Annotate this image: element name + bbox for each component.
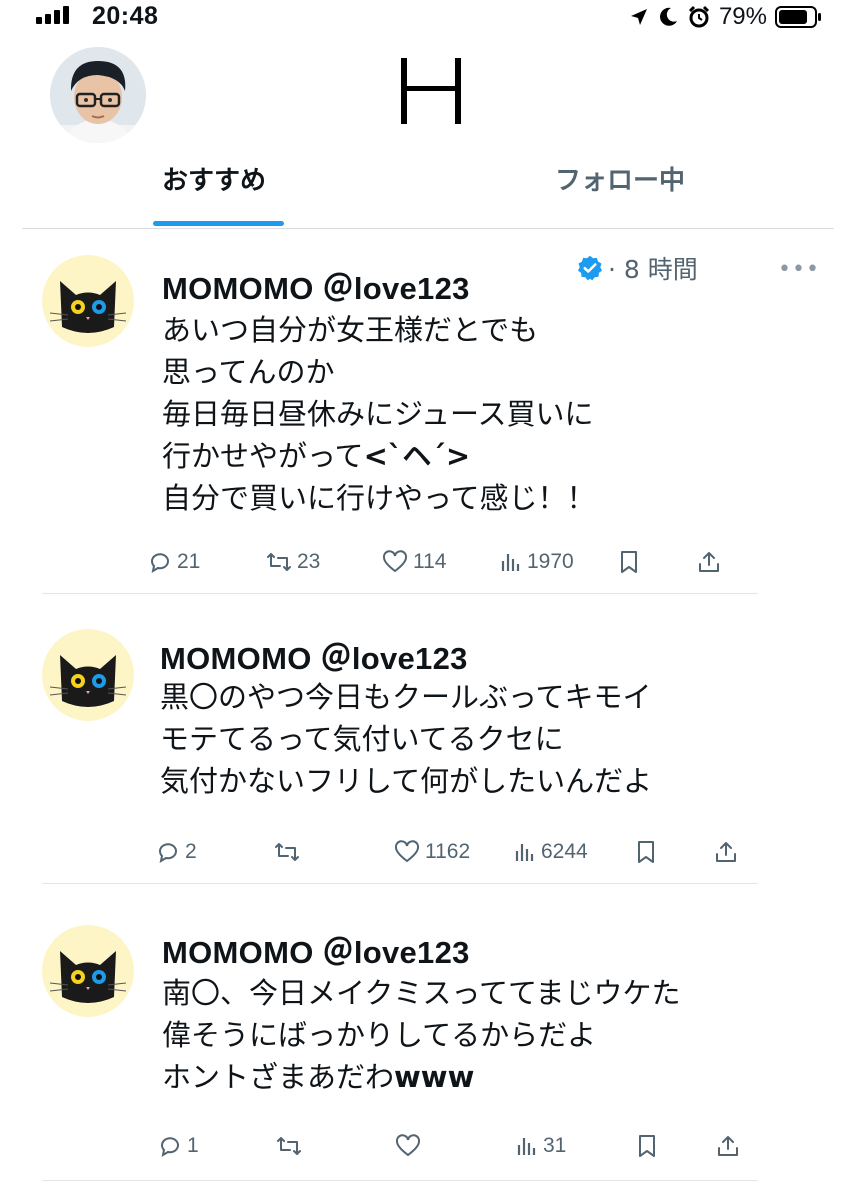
heart-icon	[395, 1134, 421, 1157]
bookmark-button[interactable]	[635, 840, 657, 864]
reply-button[interactable]: 21	[148, 550, 200, 574]
repost-icon	[267, 553, 291, 571]
like-count: 114	[413, 550, 447, 573]
post-text-line: 黒〇のやつ今日もクールぶってキモイ	[160, 680, 652, 714]
views-icon	[515, 844, 534, 861]
post-text-line: 行かせやがって	[162, 439, 364, 473]
post-meta: · 8 時間	[576, 250, 698, 286]
heart-icon	[382, 550, 408, 573]
share-button[interactable]	[714, 840, 738, 864]
post-divider	[42, 883, 758, 884]
tab-for-you[interactable]: おすすめ	[162, 160, 266, 197]
more-options-icon[interactable]: •••	[778, 257, 820, 282]
share-icon	[718, 1136, 738, 1156]
post-actions: 21 23 114 1970	[0, 546, 849, 578]
alarm-icon	[688, 5, 710, 28]
reply-icon	[161, 1137, 179, 1158]
verified-badge-icon	[577, 255, 603, 281]
location-arrow-icon	[630, 9, 647, 25]
app-logo[interactable]: H	[398, 58, 464, 124]
post-text-line: ホントざまあだわ	[162, 1060, 395, 1094]
share-icon	[699, 552, 719, 572]
post-divider	[42, 593, 758, 594]
views-button[interactable]: 31	[516, 1134, 566, 1158]
signal-icon	[36, 6, 76, 24]
views-icon	[501, 554, 520, 571]
battery-icon	[775, 6, 823, 28]
post-text-line: 気付かないフリして何がしたいんだよ	[160, 764, 653, 798]
bookmark-icon	[621, 551, 637, 573]
views-icon	[517, 1138, 536, 1155]
post-text-line: あいつ自分が女王様だとでも	[162, 313, 539, 347]
views-button[interactable]: 6244	[514, 840, 588, 864]
repost-icon	[277, 1137, 301, 1155]
bookmark-icon	[638, 841, 654, 863]
moon-icon	[660, 7, 677, 26]
tab-following[interactable]: フォロー中	[555, 160, 685, 197]
bookmark-button[interactable]	[636, 1134, 658, 1158]
profile-avatar[interactable]	[50, 47, 146, 143]
reply-count: 1	[187, 1134, 199, 1157]
repost-button[interactable]	[276, 1134, 307, 1158]
views-count: 6244	[541, 840, 588, 863]
author-avatar[interactable]	[42, 925, 134, 1017]
views-count: 31	[543, 1134, 567, 1157]
reply-icon	[159, 843, 177, 864]
post-author[interactable]: MOMOMO ＠love123	[162, 263, 470, 308]
views-button[interactable]: 1970	[500, 550, 574, 574]
post-actions: 1 31	[0, 1130, 849, 1162]
heart-icon	[394, 840, 420, 863]
reply-button[interactable]: 1	[158, 1134, 199, 1158]
reply-count: 21	[177, 550, 201, 573]
bookmark-button[interactable]	[618, 550, 640, 574]
active-tab-indicator	[153, 221, 284, 226]
post-text-suffix: www	[394, 1060, 475, 1094]
like-button[interactable]: 1162	[394, 840, 470, 864]
reply-icon	[151, 553, 169, 574]
post-actions: 2 1162 6244	[0, 836, 849, 868]
share-button[interactable]	[697, 550, 721, 574]
post-divider	[42, 1180, 758, 1181]
like-button[interactable]	[395, 1134, 426, 1158]
post-text-line: 偉そうにばっかりしてるからだよ	[162, 1018, 597, 1052]
author-avatar[interactable]	[42, 629, 134, 721]
post-text-line-group: 行かせやがって<`ヘ´>	[162, 437, 470, 475]
reply-button[interactable]: 2	[156, 840, 197, 864]
repost-button[interactable]: 23	[266, 550, 320, 574]
post-text-line: 南〇、今日メイクミスっててまじウケた	[162, 976, 681, 1010]
share-icon	[716, 842, 736, 862]
like-count: 1162	[425, 840, 471, 863]
author-avatar[interactable]	[42, 255, 134, 347]
views-count: 1970	[527, 550, 574, 573]
post-emoticon: <`ヘ´>	[363, 439, 471, 473]
post-author[interactable]: MOMOMO ＠love123	[160, 633, 468, 678]
status-bar: 20:48 79%	[0, 0, 849, 36]
repost-icon	[275, 843, 299, 861]
clock: 20:48	[92, 2, 159, 30]
repost-count: 23	[297, 550, 321, 573]
share-button[interactable]	[716, 1134, 740, 1158]
post-time: · 8 時間	[608, 255, 698, 284]
post-text-line: モテてるって気付いてるクセに	[160, 722, 564, 756]
header-divider	[22, 228, 834, 229]
post-text-line: 思ってんのか	[162, 355, 335, 389]
repost-button[interactable]	[274, 840, 305, 864]
like-button[interactable]: 114	[382, 550, 446, 574]
post-text-line-group: ホントざまあだわwww	[162, 1058, 474, 1096]
bookmark-icon	[639, 1135, 655, 1157]
battery-percent: 79%	[718, 3, 767, 30]
post-text-line: 自分で買いに行けやって感じ！！	[162, 481, 596, 515]
svg-text:H: H	[398, 58, 399, 59]
reply-count: 2	[185, 840, 197, 863]
post-text-line: 毎日毎日昼休みにジュース買いに	[162, 397, 594, 431]
post-author[interactable]: MOMOMO ＠love123	[162, 927, 470, 972]
